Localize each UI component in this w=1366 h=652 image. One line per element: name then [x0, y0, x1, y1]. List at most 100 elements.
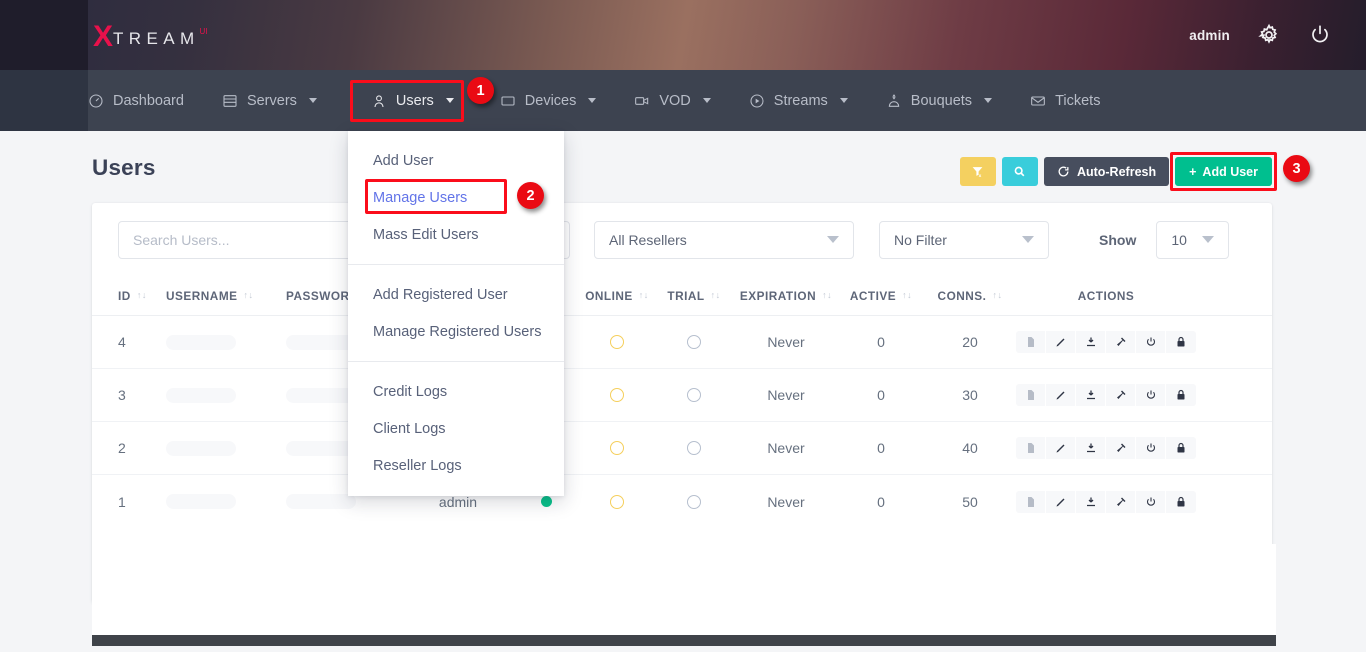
top-header-bar: X TREAM UI admin: [0, 0, 1366, 70]
pencil-icon: [1055, 496, 1067, 508]
refresh-icon: [1057, 165, 1070, 178]
dropdown-item-credit-logs[interactable]: Credit Logs: [348, 373, 564, 410]
dropdown-divider: [348, 264, 564, 265]
search-button[interactable]: [1002, 157, 1038, 186]
action-pencil-button[interactable]: [1046, 437, 1076, 459]
dropdown-item-add-user[interactable]: Add User: [348, 142, 564, 179]
xtream-ui-users-page: X TREAM UI admin: [0, 0, 1366, 652]
dropdown-item-mass-edit-users[interactable]: Mass Edit Users: [348, 216, 564, 253]
dropdown-item-add-registered-user[interactable]: Add Registered User: [348, 276, 564, 313]
action-power-button[interactable]: [1136, 491, 1166, 513]
action-download-button[interactable]: [1076, 384, 1106, 406]
cell-active: 0: [838, 440, 924, 456]
action-lock-button[interactable]: [1166, 384, 1196, 406]
nav-item-devices[interactable]: Devices: [500, 70, 597, 131]
nav-item-label: Bouquets: [911, 93, 972, 109]
brand-logo[interactable]: X TREAM UI: [93, 22, 208, 52]
action-hammer-button[interactable]: [1106, 331, 1136, 353]
cell-active: 0: [838, 334, 924, 350]
cell-active: 0: [838, 494, 924, 510]
username-masked: [166, 441, 236, 456]
th-online[interactable]: ONLINE ↑↓: [580, 289, 654, 303]
cell-username: [166, 494, 286, 509]
auto-refresh-button[interactable]: Auto-Refresh: [1044, 157, 1169, 186]
status-filter-select[interactable]: No Filter: [879, 221, 1049, 259]
online-status-ring: [610, 495, 624, 509]
add-user-button[interactable]: + Add User: [1175, 157, 1272, 186]
action-lock-button[interactable]: [1166, 491, 1196, 513]
brand-logo-sup: UI: [200, 27, 208, 36]
cell-active: 0: [838, 387, 924, 403]
th-username[interactable]: USERNAME ↑↓: [166, 289, 286, 303]
power-icon: [1145, 496, 1157, 508]
sort-icon: ↑↓: [137, 291, 147, 300]
cell-actions: [1016, 491, 1196, 513]
cell-conns: 50: [924, 494, 1016, 510]
action-button-group: [1016, 437, 1196, 459]
nav-item-vod[interactable]: VOD: [634, 70, 710, 131]
action-button-group: [1016, 331, 1196, 353]
action-pencil-button[interactable]: [1046, 331, 1076, 353]
action-file-button[interactable]: [1016, 384, 1046, 406]
action-lock-button[interactable]: [1166, 331, 1196, 353]
action-download-button[interactable]: [1076, 491, 1106, 513]
reseller-select[interactable]: All Resellers: [594, 221, 854, 259]
action-download-button[interactable]: [1076, 331, 1106, 353]
clear-filter-button[interactable]: x: [960, 157, 996, 186]
action-lock-button[interactable]: [1166, 437, 1196, 459]
action-pencil-button[interactable]: [1046, 384, 1076, 406]
nav-item-users[interactable]: Users: [357, 70, 468, 131]
file-icon: [1025, 389, 1037, 401]
power-icon[interactable]: [1308, 23, 1332, 47]
nav-item-tickets[interactable]: Tickets: [1030, 70, 1100, 131]
trial-status-ring: [687, 388, 701, 402]
dropdown-item-reseller-logs[interactable]: Reseller Logs: [348, 447, 564, 484]
table-body: 4Never0203Never0302adminNever0401adminNe…: [92, 316, 1272, 528]
th-expiration[interactable]: EXPIRATION ↑↓: [734, 289, 838, 303]
action-power-button[interactable]: [1136, 384, 1166, 406]
header-username[interactable]: admin: [1189, 28, 1230, 43]
action-file-button[interactable]: [1016, 437, 1046, 459]
chevron-down-icon: [588, 98, 596, 103]
lock-icon: [1175, 336, 1187, 348]
action-power-button[interactable]: [1136, 437, 1166, 459]
file-icon: [1025, 496, 1037, 508]
nav-item-servers[interactable]: Servers: [222, 70, 317, 131]
table-row[interactable]: 1adminNever050: [92, 475, 1272, 528]
trial-status-ring: [687, 495, 701, 509]
action-power-button[interactable]: [1136, 331, 1166, 353]
th-id[interactable]: ID ↑↓: [118, 289, 166, 303]
action-hammer-button[interactable]: [1106, 437, 1136, 459]
show-entries-select[interactable]: 10: [1156, 221, 1229, 259]
table-row[interactable]: 4Never020: [92, 316, 1272, 369]
action-hammer-button[interactable]: [1106, 384, 1136, 406]
th-conns[interactable]: CONNS. ↑↓: [924, 289, 1016, 303]
gear-icon[interactable]: [1257, 23, 1281, 47]
add-user-label: Add User: [1202, 165, 1258, 179]
action-file-button[interactable]: [1016, 491, 1046, 513]
nav-item-dashboard[interactable]: Dashboard: [88, 70, 184, 131]
cell-trial: [654, 495, 734, 509]
file-icon: [1025, 442, 1037, 454]
hammer-icon: [1115, 496, 1127, 508]
table-row[interactable]: 2adminNever040: [92, 422, 1272, 475]
th-trial[interactable]: TRIAL ↑↓: [654, 289, 734, 303]
online-status-ring: [610, 335, 624, 349]
nav-item-bouquets[interactable]: Bouquets: [886, 70, 992, 131]
action-hammer-button[interactable]: [1106, 491, 1136, 513]
cell-username: [166, 441, 286, 456]
power-icon: [1145, 336, 1157, 348]
table-row[interactable]: 3Never030: [92, 369, 1272, 422]
password-masked: [286, 441, 356, 456]
action-pencil-button[interactable]: [1046, 491, 1076, 513]
th-active[interactable]: ACTIVE ↑↓: [838, 289, 924, 303]
horizontal-scrollbar[interactable]: [92, 635, 1276, 646]
nav-item-streams[interactable]: Streams: [749, 70, 848, 131]
action-download-button[interactable]: [1076, 437, 1106, 459]
action-file-button[interactable]: [1016, 331, 1046, 353]
th-actions: ACTIONS: [1016, 289, 1196, 303]
th-label: EXPIRATION: [740, 289, 816, 303]
dropdown-item-client-logs[interactable]: Client Logs: [348, 410, 564, 447]
dropdown-item-manage-registered-users[interactable]: Manage Registered Users: [348, 313, 564, 350]
online-status-ring: [610, 441, 624, 455]
